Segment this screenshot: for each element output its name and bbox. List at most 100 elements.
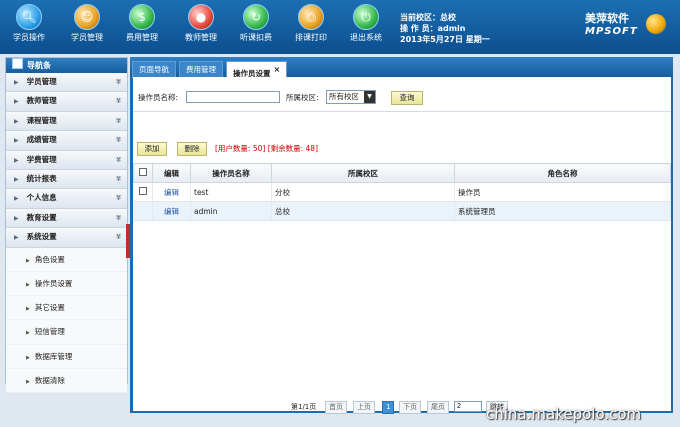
tab-page-nav[interactable]: 页面导航 [132,61,176,78]
table-row: 编辑 admin 总校 系统管理员 [133,201,671,221]
add-button[interactable]: 添加 [137,142,167,156]
sidebar-group-label: 系统设置 [26,232,57,242]
operator-name-label: 操作员名称: [138,93,179,102]
chevron-down-icon: ¥ [116,155,121,164]
toolbar-teacher-manage[interactable]: ● 教师管理 [176,4,226,43]
query-button[interactable]: 查询 [391,91,423,105]
teacher-icon: ● [188,4,214,30]
table-row: 编辑 test 分校 操作员 [133,182,671,202]
sidebar-group-label: 学费管理 [26,154,57,164]
campus-select-value: 所有校区 [329,92,359,101]
bullet-icon: ▶ [26,379,30,385]
sidebar-item-sms[interactable]: ▶ 短信管理 [6,320,127,345]
arrow-right-icon: ▶ [14,214,19,222]
sidebar-group-system[interactable]: ▶ 系统设置 ¥ [6,228,127,248]
select-all-header [133,163,153,183]
tab-operator-settings[interactable]: 操作员设置 × [226,61,288,78]
col-role: 角色名称 [454,163,671,183]
chevron-down-icon: ¥ [116,174,121,183]
delete-button[interactable]: 删除 [177,142,207,156]
toolbar-label: 学员管理 [71,33,103,42]
row-select-cell [133,201,153,221]
select-all-checkbox[interactable] [139,168,147,176]
sidebar-item-roles[interactable]: ▶ 角色设置 [6,247,127,272]
logo-globe-icon [646,14,666,34]
sidebar-item-database[interactable]: ▶ 数据库管理 [6,344,127,369]
col-operator-name: 操作员名称 [190,163,272,183]
operator-name-input[interactable] [186,91,280,103]
arrow-right-icon: ▶ [14,79,19,86]
arrow-right-icon: ▶ [14,117,19,125]
sidebar-item-label: 数据清除 [34,376,65,385]
sidebar-item-operators[interactable]: ▶ 操作员设置 [6,271,127,297]
bullet-icon: ▶ [26,330,30,337]
chevron-down-icon: ¥ [116,78,121,86]
tab-fee-manage[interactable]: 费用管理 [179,61,223,78]
operator-table: 编辑 操作员名称 所属校区 角色名称 编辑 test 分校 操作员 编辑 adm… [133,163,671,221]
sidebar-group-reports[interactable]: ▶ 统计报表 ¥ [6,169,127,190]
toolbar-schedule-print[interactable]: ⎙ 排课打印 [286,4,336,43]
toolbar-label: 退出系统 [350,33,382,42]
search-bar: 操作员名称: 所属校区: 所有校区 ▼ 查询 [133,83,671,112]
bullet-icon: ▶ [26,257,30,264]
toolbar-student-ops[interactable]: 🔍︎ 学员操作 [4,4,54,43]
sidebar-item-label: 短信管理 [34,327,65,337]
arrow-right-icon: ▶ [14,175,19,183]
next-page-button[interactable]: 下页 [399,401,421,414]
current-date: 2013年5月27日 星期一 [400,35,490,44]
row-edit-cell: 编辑 [152,201,191,221]
sidebar-group-grades[interactable]: ▶ 成绩管理 ¥ [6,131,127,151]
arrow-right-icon: ▶ [14,195,19,203]
toolbar-label: 费用管理 [126,33,158,42]
role-cell: 系统管理员 [454,201,671,221]
toolbar-fee-manage[interactable]: $ 费用管理 [117,4,167,43]
sidebar-item-clear-data[interactable]: ▶ 数据清除 [6,369,127,394]
sidebar-group-education[interactable]: ▶ 教育设置 ¥ [6,208,127,229]
sidebar-group-label: 学员管理 [26,77,57,86]
sidebar-group-tuition[interactable]: ▶ 学费管理 ¥ [6,150,127,170]
row-checkbox[interactable] [138,187,147,195]
tab-label: 费用管理 [186,65,216,74]
arrow-right-icon: ▶ [14,137,19,145]
brand-logo: 美萍软件 MPSOFT [585,10,638,37]
first-page-button[interactable]: 首页 [325,401,347,414]
power-icon: ⏻ [353,4,379,30]
campus-cell: 总校 [271,201,455,221]
sidebar-group-courses[interactable]: ▶ 课程管理 ¥ [6,111,127,132]
toolbar-student-manage[interactable]: ☺ 学员管理 [62,4,112,43]
row-select-cell [133,182,153,202]
sidebar-group-label: 课程管理 [26,115,57,125]
top-toolbar: 🔍︎ 学员操作 ☺ 学员管理 $ 费用管理 ● 教师管理 ↻ 听课扣费 ⎙ 排课… [0,0,680,54]
operator-name-cell: test [190,182,272,202]
toolbar-class-fee[interactable]: ↻ 听课扣费 [231,4,281,43]
student-icon: ☺ [74,4,100,30]
close-icon[interactable]: × [274,65,281,74]
prev-page-button[interactable]: 上页 [353,401,375,414]
user-info: 当前校区：总校 操 作 员：admin 2013年5月27日 星期一 [400,12,490,45]
campus-cell: 分校 [271,182,455,202]
sidebar-header: 导航条 [6,58,127,73]
operator-name-cell: admin [190,201,272,221]
chevron-up-icon: ¥ [116,233,121,242]
sidebar-item-label: 角色设置 [34,254,65,264]
last-page-button[interactable]: 尾页 [427,401,449,414]
sidebar-group-students[interactable]: ▶ 学员管理 ¥ [6,73,127,93]
chevron-down-icon: ¥ [116,213,121,222]
sidebar-group-profile[interactable]: ▶ 个人信息 ¥ [6,189,127,209]
role-cell: 操作员 [454,182,671,202]
sidebar-group-teachers[interactable]: ▶ 教师管理 ¥ [6,92,127,112]
current-page-button[interactable]: 1 [382,401,395,414]
sidebar-item-other-settings[interactable]: ▶ 其它设置 [6,296,127,321]
current-campus: 当前校区：总校 [400,13,456,22]
sidebar-item-label: 数据库管理 [34,351,73,361]
search-icon: 🔍︎ [16,4,42,30]
table-header-row: 编辑 操作员名称 所属校区 角色名称 [133,163,671,183]
bullet-icon: ▶ [26,306,30,313]
toolbar-exit[interactable]: ⏻ 退出系统 [341,4,391,43]
col-edit: 编辑 [152,163,191,183]
goto-page-input[interactable] [454,401,482,412]
edit-link[interactable]: 编辑 [164,188,179,197]
sidebar-group-label: 个人信息 [26,193,57,203]
campus-select[interactable]: 所有校区 ▼ [326,90,376,104]
edit-link[interactable]: 编辑 [164,207,179,216]
